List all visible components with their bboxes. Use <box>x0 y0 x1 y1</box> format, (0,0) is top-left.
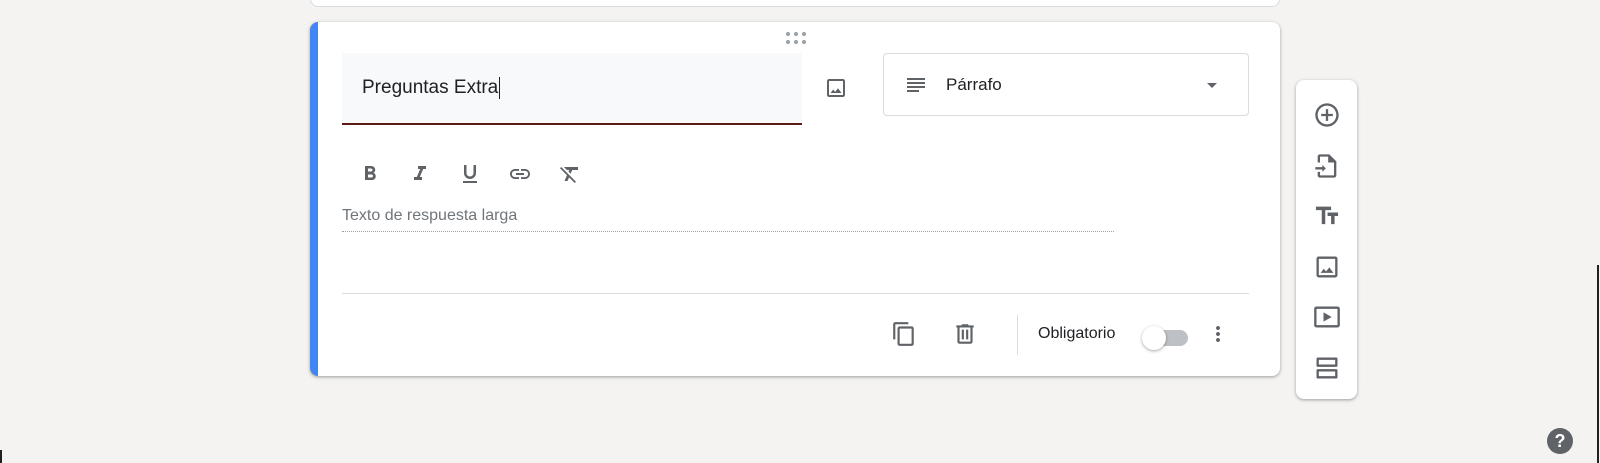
import-questions-icon <box>1314 154 1336 178</box>
dropdown-arrow-icon <box>1207 82 1217 88</box>
add-video-icon <box>1313 306 1340 328</box>
floating-side-toolbar <box>1296 80 1357 399</box>
question-type-dropdown[interactable]: Párrafo <box>883 53 1249 116</box>
trash-icon <box>956 324 974 344</box>
more-vert-icon <box>1216 326 1220 342</box>
text-caret <box>499 77 501 99</box>
previous-question-card <box>310 0 1280 7</box>
card-footer-divider <box>342 293 1249 294</box>
question-type-label: Párrafo <box>946 74 1002 94</box>
underline-icon <box>463 165 477 183</box>
link-button[interactable] <box>500 154 540 194</box>
add-section-button[interactable] <box>1296 343 1357 394</box>
question-title-text: Preguntas Extra <box>362 77 499 98</box>
bold-button[interactable] <box>350 154 390 194</box>
long-answer-placeholder: Texto de respuesta larga <box>342 200 1114 232</box>
drag-handle-icon[interactable] <box>786 32 806 44</box>
formatting-toolbar <box>350 154 590 194</box>
clear-formatting-button[interactable] <box>550 154 590 194</box>
copy-icon <box>893 322 914 346</box>
help-button[interactable]: ? <box>1547 428 1573 454</box>
active-card-accent <box>310 22 318 376</box>
delete-button[interactable] <box>945 314 985 354</box>
more-options-button[interactable] <box>1198 314 1238 354</box>
duplicate-button[interactable] <box>884 314 924 354</box>
add-title-icon <box>1315 206 1338 225</box>
question-title-input[interactable]: Preguntas Extra <box>342 53 802 125</box>
footer-separator <box>1017 315 1018 355</box>
clear-format-icon <box>560 167 578 183</box>
add-question-button[interactable] <box>1296 90 1357 141</box>
add-image-button[interactable] <box>1296 242 1357 293</box>
link-icon <box>510 169 530 179</box>
bold-icon <box>365 166 376 180</box>
required-label: Obligatorio <box>1038 325 1116 342</box>
import-questions-button[interactable] <box>1296 141 1357 192</box>
scrollbar[interactable] <box>1597 265 1599 463</box>
underline-button[interactable] <box>450 154 490 194</box>
add-video-button[interactable] <box>1296 292 1357 343</box>
italic-icon <box>414 166 426 180</box>
image-icon <box>827 79 845 97</box>
paragraph-lines-icon <box>907 77 925 92</box>
add-section-icon <box>1316 357 1337 379</box>
add-title-button[interactable] <box>1296 191 1357 242</box>
add-image-to-question-button[interactable] <box>816 68 856 108</box>
required-toggle[interactable] <box>1142 325 1190 350</box>
question-card[interactable]: Preguntas Extra Párrafo Texto de respues… <box>310 22 1280 376</box>
add-image-icon <box>1316 256 1337 278</box>
add-question-icon <box>1314 103 1339 127</box>
italic-button[interactable] <box>400 154 440 194</box>
window-edge <box>0 450 2 463</box>
